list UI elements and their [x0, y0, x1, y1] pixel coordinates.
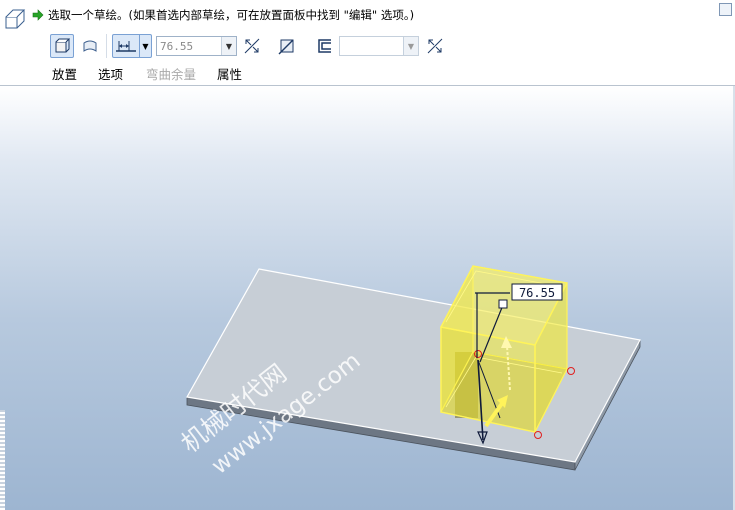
message-prompt: 选取一个草绘。(如果首选内部草绘，可在放置面板中找到 "编辑" 选项。) [32, 6, 414, 24]
tab-placement[interactable]: 放置 [52, 64, 98, 83]
dashboard-tabs: 放置 选项 弯曲余量 属性 [52, 64, 257, 83]
surface-extrude-button[interactable] [78, 34, 102, 58]
chevron-down-icon[interactable]: ▼ [139, 35, 151, 57]
arrow-right-icon [32, 9, 44, 21]
remove-material-button[interactable] [275, 34, 297, 58]
chevron-down-icon[interactable]: ▼ [403, 37, 418, 55]
flip-thicken-button[interactable] [424, 34, 446, 58]
flip-direction-button[interactable] [241, 34, 263, 58]
drag-handle[interactable] [498, 299, 508, 309]
tab-bend-allowance: 弯曲余量 [146, 67, 197, 82]
depth-option-button[interactable]: ▼ [112, 34, 152, 58]
solid-extrude-icon [55, 38, 70, 53]
chevron-down-icon[interactable]: ▼ [221, 37, 236, 55]
solid-extrude-button[interactable] [50, 34, 74, 58]
depth-blind-icon [116, 41, 136, 52]
vertical-scrollbar[interactable] [0, 410, 5, 510]
thicken-button[interactable] [314, 34, 336, 58]
depth-value: 76.55 [160, 39, 194, 53]
tab-properties[interactable]: 属性 [217, 64, 257, 83]
graphics-window[interactable]: 76.55 机械时代网 www.jxage.com [0, 86, 735, 510]
flip-direction-icon [244, 38, 260, 54]
depth-input[interactable]: 76.55 ▼ [156, 36, 237, 56]
toolbar-separator [106, 34, 107, 58]
dashboard-expand-button[interactable] [719, 3, 732, 16]
flip-thicken-icon [427, 38, 443, 54]
model-view[interactable]: 76.55 机械时代网 www.jxage.com [0, 86, 735, 510]
dimension-label: 76.55 [519, 286, 555, 300]
thickness-input[interactable]: ▼ [339, 36, 419, 56]
tab-options[interactable]: 选项 [98, 64, 146, 83]
prompt-text: 选取一个草绘。(如果首选内部草绘，可在放置面板中找到 "编辑" 选项。) [48, 8, 415, 22]
thicken-icon [318, 39, 331, 53]
surface-extrude-icon [83, 40, 97, 52]
feature-dashboard: 选取一个草绘。(如果首选内部草绘，可在放置面板中找到 "编辑" 选项。) ▼ 7… [0, 0, 735, 86]
remove-material-icon [278, 39, 294, 55]
extrude-feature-icon [5, 9, 26, 29]
